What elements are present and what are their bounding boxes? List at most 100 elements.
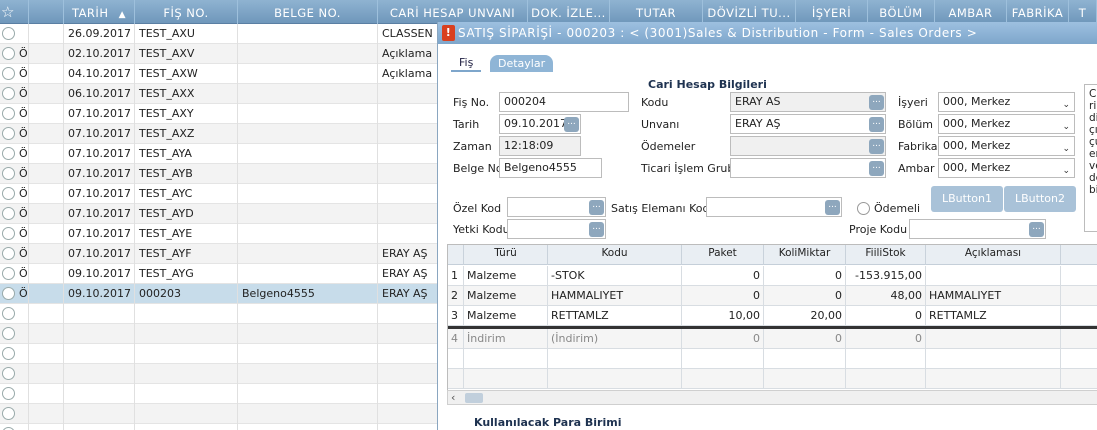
table-row[interactable] — [0, 384, 440, 404]
satis-field[interactable] — [706, 197, 842, 217]
row-checkbox[interactable] — [2, 27, 15, 40]
grid-col-paket[interactable]: Paket — [682, 245, 764, 265]
grid-cell-kodu[interactable]: RETTAMLZ — [548, 306, 682, 326]
yetki-lookup-button[interactable]: ... — [589, 222, 604, 237]
grid-cell-kodu[interactable]: (İndirim) — [548, 329, 682, 349]
row-checkbox[interactable] — [2, 127, 15, 140]
col-blank-header[interactable] — [29, 0, 64, 24]
grid-col-koli[interactable]: KoliMiktar — [764, 245, 846, 265]
lbutton1[interactable]: LButton1 — [931, 186, 1003, 212]
col-dovizli-header[interactable]: DÖVİZLİ TU... — [703, 0, 796, 24]
grid-cell-turu[interactable]: Malzeme — [464, 266, 548, 286]
grid-cell-aciklama[interactable] — [926, 329, 1061, 349]
grid-cell-kodu[interactable] — [548, 369, 682, 389]
grid-cell-kodu[interactable] — [548, 349, 682, 369]
table-row[interactable]: Ö 07.10.2017 TEST_AYD — [0, 204, 440, 224]
grid-cell-paket[interactable] — [682, 349, 764, 369]
row-checkbox[interactable] — [2, 227, 15, 240]
row-checkbox[interactable] — [2, 407, 15, 420]
grid-row[interactable] — [448, 369, 1097, 389]
col-tutar-header[interactable]: TUTAR — [610, 0, 703, 24]
unvani-lookup-button[interactable]: ... — [869, 117, 884, 132]
row-checkbox[interactable] — [2, 307, 15, 320]
col-flag-header[interactable] — [17, 0, 29, 24]
grid-cell-aciklama[interactable] — [926, 369, 1061, 389]
grid-cell-no[interactable]: 2 — [448, 286, 464, 306]
table-row[interactable]: Ö 07.10.2017 TEST_AYB — [0, 164, 440, 184]
grid-cell-turu[interactable]: İndirim — [464, 329, 548, 349]
grid-cell-turu[interactable]: Malzeme — [464, 306, 548, 326]
grid-col-aciklama[interactable]: Açıklaması — [926, 245, 1061, 265]
odemeler-lookup-button[interactable]: ... — [869, 139, 884, 154]
proje-lookup-button[interactable]: ... — [1029, 222, 1044, 237]
grid-cell-paket[interactable] — [682, 369, 764, 389]
row-checkbox[interactable] — [2, 87, 15, 100]
col-fabrika-header[interactable]: FABRİKA — [1007, 0, 1069, 24]
table-row[interactable] — [0, 364, 440, 384]
grid-cell-turu[interactable] — [464, 369, 548, 389]
col-belge-no-header[interactable]: BELGE NO. — [238, 0, 378, 24]
grid-cell-no[interactable]: 4 — [448, 329, 464, 349]
zaman-field[interactable]: 12:18:09 — [499, 136, 581, 156]
satis-lookup-button[interactable]: ... — [825, 200, 840, 215]
col-isyeri-header[interactable]: İŞYERİ — [796, 0, 868, 24]
grid-cell-extra[interactable] — [1061, 369, 1097, 389]
row-checkbox[interactable] — [2, 187, 15, 200]
col-cari-header[interactable]: CARİ HESAP UNVANI — [378, 0, 528, 24]
grid-cell-kodu[interactable]: HAMMALIYET — [548, 286, 682, 306]
grid-cell-kodu[interactable]: -STOK — [548, 266, 682, 286]
table-row[interactable]: Ö 07.10.2017 TEST_AYC — [0, 184, 440, 204]
odemeler-field[interactable] — [730, 136, 886, 156]
tab-fis[interactable]: Fiş — [451, 54, 482, 72]
favorite-star-icon[interactable]: ☆ — [1, 5, 16, 20]
grid-cell-koli[interactable]: 20,00 — [764, 306, 846, 326]
row-checkbox[interactable] — [2, 327, 15, 340]
grid-cell-aciklama[interactable] — [926, 349, 1061, 369]
table-row[interactable] — [0, 344, 440, 364]
grid-row[interactable] — [448, 349, 1097, 369]
proje-field[interactable] — [909, 219, 1046, 239]
row-checkbox[interactable] — [2, 207, 15, 220]
grid-cell-no[interactable] — [448, 369, 464, 389]
table-row[interactable]: Ö 09.10.2017 TEST_AYG ERAY AŞ — [0, 264, 440, 284]
belge-no-field[interactable]: Belgeno4555 — [499, 158, 602, 178]
grid-cell-extra[interactable] — [1061, 349, 1097, 369]
ozel-kod-lookup-button[interactable]: ... — [589, 200, 604, 215]
scroll-thumb[interactable] — [465, 393, 483, 403]
row-checkbox[interactable] — [2, 167, 15, 180]
grid-row[interactable]: 4 İndirim (İndirim) 0 0 0 — [448, 329, 1097, 349]
bolum-select[interactable]: 000, Merkez ⌄ — [938, 114, 1075, 134]
table-row[interactable]: Ö 02.10.2017 TEST_AXV Açıklama — [0, 44, 440, 64]
row-checkbox[interactable] — [2, 147, 15, 160]
grid-row[interactable]: 2 Malzeme HAMMALIYET 0 0 48,00 HAMMALIYET — [448, 286, 1097, 306]
memo-field[interactable]: C ri di çı çu en ve de bi — [1084, 84, 1097, 232]
grid-cell-aciklama[interactable] — [926, 266, 1061, 286]
grid-cell-stok[interactable]: -153.915,00 — [846, 266, 926, 286]
col-fis-no-header[interactable]: FİŞ NO. — [135, 0, 238, 24]
tarih-picker-button[interactable]: ... — [564, 117, 579, 132]
table-row[interactable]: Ö 07.10.2017 TEST_AXZ — [0, 124, 440, 144]
grid-cell-paket[interactable]: 0 — [682, 329, 764, 349]
grid-cell-no[interactable]: 1 — [448, 266, 464, 286]
grid-cell-koli[interactable]: 0 — [764, 286, 846, 306]
table-row[interactable]: Ö 04.10.2017 TEST_AXW Açıklama — [0, 64, 440, 84]
row-checkbox[interactable] — [2, 387, 15, 400]
grid-cell-no[interactable]: 3 — [448, 306, 464, 326]
lbutton2[interactable]: LButton2 — [1004, 186, 1076, 212]
grid-cell-extra[interactable] — [1061, 329, 1097, 349]
table-row[interactable] — [0, 424, 440, 430]
table-row[interactable]: Ö 09.10.2017 000203 Belgeno4555 ERAY AŞ — [0, 284, 440, 304]
grid-cell-paket[interactable]: 0 — [682, 266, 764, 286]
row-checkbox[interactable] — [2, 367, 15, 380]
grid-cell-koli[interactable] — [764, 349, 846, 369]
col-ambar-header[interactable]: AMBAR — [935, 0, 1007, 24]
grid-cell-paket[interactable]: 0 — [682, 286, 764, 306]
table-row[interactable]: Ö 06.10.2017 TEST_AXX — [0, 84, 440, 104]
scroll-left-icon[interactable]: ‹ — [451, 391, 455, 404]
grid-cell-stok[interactable]: 48,00 — [846, 286, 926, 306]
col-t-header[interactable]: T — [1069, 0, 1097, 24]
grid-cell-no[interactable] — [448, 349, 464, 369]
grid-cell-stok[interactable] — [846, 369, 926, 389]
grid-cell-aciklama[interactable]: RETTAMLZ — [926, 306, 1061, 326]
table-row[interactable] — [0, 324, 440, 344]
